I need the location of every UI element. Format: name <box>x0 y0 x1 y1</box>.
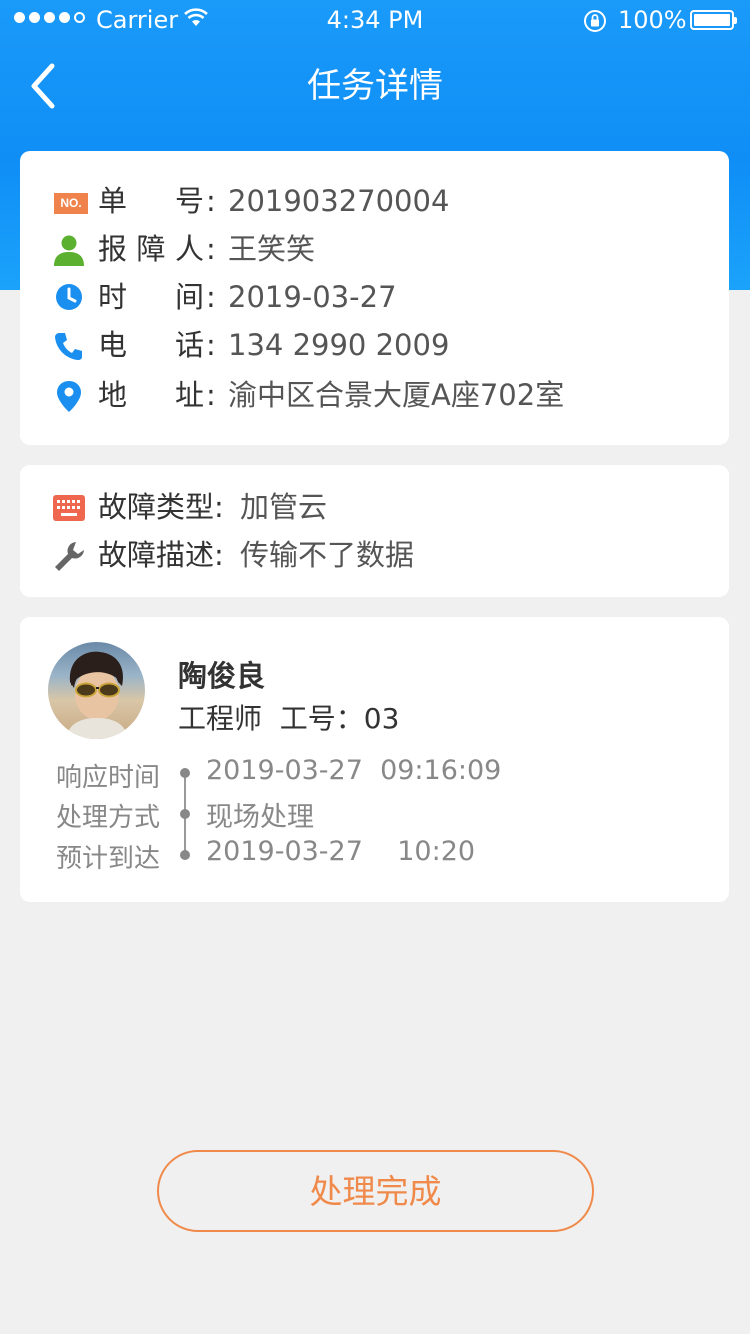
status-bar: Carrier 4:34 PM 100% <box>0 0 750 40</box>
wrench-icon <box>55 542 84 571</box>
fault-desc-label: 故障描述: <box>98 538 224 572</box>
address-label: 地址: <box>98 378 216 412</box>
engineer-role: 工程师 工号：03 <box>178 702 400 735</box>
phone-label: 电话: <box>98 328 216 362</box>
phone-value[interactable]: 134 2990 2009 <box>228 323 449 367</box>
fault-type-label: 故障类型: <box>98 490 224 524</box>
fault-type-value: 加管云 <box>240 490 328 524</box>
response-time-label: 响应时间 <box>56 763 161 793</box>
handling-method-label: 处理方式 <box>56 803 161 833</box>
engineer-avatar <box>48 642 145 739</box>
address-value: 渝中区合景大厦A座702室 <box>228 378 565 412</box>
timeline-dot <box>180 768 190 778</box>
time-value: 2019-03-27 <box>228 280 397 314</box>
fault-info-card: 故障类型: 加管云 故障描述: 传输不了数据 <box>20 465 729 597</box>
clock-icon <box>56 284 82 310</box>
engineer-card: 陶俊良 工程师 工号：03 响应时间 2019-03-27 09:16:09 处… <box>20 617 729 902</box>
engineer-name: 陶俊良 <box>178 659 266 693</box>
complete-button[interactable]: 处理完成 <box>157 1150 594 1232</box>
phone-icon <box>55 333 82 360</box>
back-button[interactable] <box>26 62 66 110</box>
time-label: 时间: <box>98 280 216 314</box>
reporter-label: 报障人: <box>98 232 216 266</box>
order-number-badge: NO. <box>54 193 88 214</box>
timeline-dot <box>180 809 190 819</box>
fault-desc-value: 传输不了数据 <box>240 538 415 572</box>
location-pin-icon <box>57 381 81 412</box>
order-number-value: 201903270004 <box>228 184 450 218</box>
chevron-left-icon <box>31 63 55 109</box>
battery-icon <box>690 10 737 30</box>
reporter-value: 王笑笑 <box>228 232 316 266</box>
timeline-dot <box>180 850 190 860</box>
eta-label: 预计到达 <box>56 844 161 874</box>
keyboard-icon <box>53 495 85 521</box>
person-icon <box>54 235 84 266</box>
order-number-label: 单号: <box>98 184 216 218</box>
battery-percent: 100% <box>618 6 687 34</box>
handling-method-value: 现场处理 <box>206 802 314 833</box>
response-time-value: 2019-03-27 09:16:09 <box>206 755 502 786</box>
eta-value: 2019-03-27 10:20 <box>206 836 476 867</box>
rotation-lock-icon <box>584 10 606 32</box>
order-info-card: NO. 单号: 201903270004 报障人: 王笑笑 时间: 2019-0… <box>20 151 729 445</box>
